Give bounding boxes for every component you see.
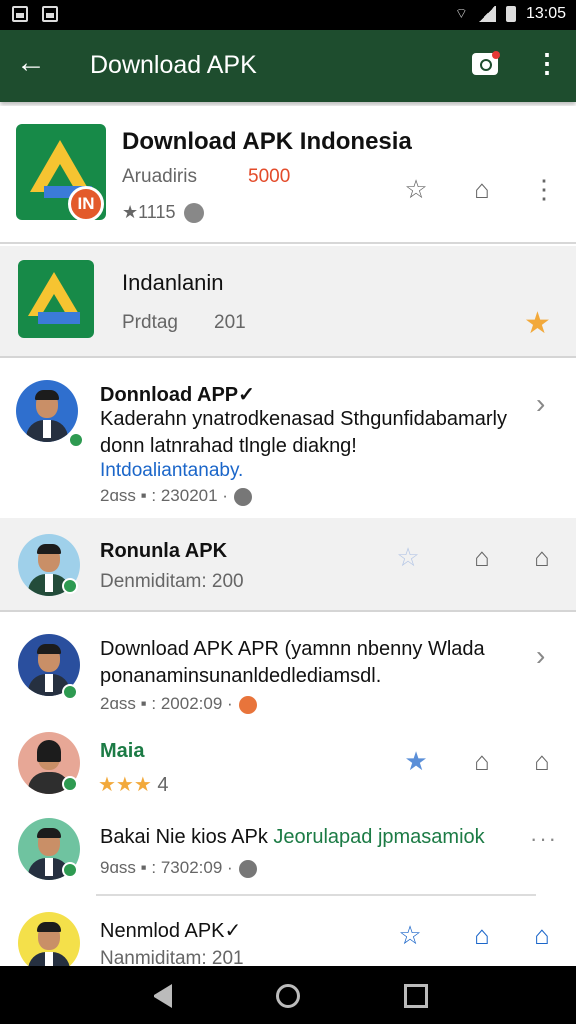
globe-icon bbox=[238, 859, 257, 878]
app-count: 5000 bbox=[248, 166, 291, 187]
notification-dot bbox=[492, 51, 500, 59]
share-icon[interactable]: ⌂ bbox=[526, 920, 558, 952]
share-icon[interactable]: ⌂ bbox=[526, 746, 558, 778]
avatar[interactable] bbox=[16, 380, 78, 442]
app-title: Download APK Indonesia bbox=[122, 128, 412, 155]
star-outline-icon[interactable]: ☆ bbox=[394, 920, 426, 952]
star-filled-icon[interactable]: ★ bbox=[400, 746, 432, 778]
app-subtitle: Prdtag bbox=[122, 312, 178, 333]
online-status-icon bbox=[62, 684, 78, 700]
app-logo: IN bbox=[16, 124, 106, 220]
back-arrow-icon[interactable]: ← bbox=[16, 48, 48, 80]
item-body-line: Kaderahn ynatrodkenasad Sthgunfidabamarl… bbox=[100, 408, 507, 430]
item-title[interactable]: Maia bbox=[100, 740, 144, 763]
system-navigation-bar bbox=[0, 966, 576, 1024]
secondary-app-card[interactable]: Indanlanin Prdtag 201 ★ bbox=[0, 246, 576, 358]
bookmark-icon[interactable]: ⌂ bbox=[466, 746, 498, 778]
gallery-icon bbox=[12, 6, 28, 22]
item-meta: 2ɑss ▪ : 2002:09 · bbox=[100, 694, 257, 714]
clock: 13:05 bbox=[525, 5, 566, 22]
featured-app-card[interactable]: IN Download APK Indonesia Aruadiris 5000… bbox=[0, 106, 576, 244]
item-title[interactable]: Download APK APR (yamnn nbenny Wlada bbox=[100, 638, 485, 661]
avatar[interactable] bbox=[18, 912, 80, 974]
online-status-icon bbox=[68, 432, 84, 448]
online-status-icon bbox=[62, 578, 78, 594]
nav-back-icon[interactable] bbox=[148, 984, 172, 1008]
app-logo bbox=[18, 260, 94, 338]
chevron-right-icon[interactable]: › bbox=[536, 388, 545, 420]
share-icon[interactable]: ⌂ bbox=[526, 542, 558, 574]
item-title[interactable]: Donnload APP✓ bbox=[100, 382, 255, 407]
chevron-right-icon[interactable]: › bbox=[536, 640, 545, 672]
star-outline-icon[interactable]: ☆ bbox=[400, 174, 432, 206]
battery-icon bbox=[505, 6, 516, 22]
item-body-line: ponanaminsunanldedlediamsdl. bbox=[100, 665, 382, 687]
bookmark-icon[interactable]: ⌂ bbox=[466, 542, 498, 574]
star-outline-icon[interactable]: ☆ bbox=[392, 542, 424, 574]
item-meta: Denmiditam: 200 bbox=[100, 571, 244, 592]
status-bar: ⌔ 13:05 bbox=[0, 0, 576, 30]
app-count: 201 bbox=[214, 312, 246, 333]
nav-home-icon[interactable] bbox=[276, 984, 300, 1008]
item-meta: 2ɑss ▪ : 230201 · bbox=[100, 486, 252, 506]
item-body-line: donn latnrahad tlngle diakng! bbox=[100, 435, 357, 457]
rating-stars: ★★★ 4 bbox=[98, 774, 169, 796]
app-subtitle: Aruadiris bbox=[122, 166, 197, 187]
country-badge: IN bbox=[68, 186, 104, 220]
bookmark-icon[interactable]: ⌂ bbox=[466, 920, 498, 952]
more-vert-icon[interactable]: ⋮ bbox=[528, 174, 560, 206]
item-title[interactable]: Nenmlod APK✓ bbox=[100, 918, 241, 943]
nav-recents-icon[interactable] bbox=[404, 984, 428, 1008]
globe-icon bbox=[233, 487, 252, 506]
overflow-menu-icon[interactable]: ⋮ bbox=[534, 50, 560, 78]
item-meta: 9ɑss ▪ : 7302:09 · bbox=[100, 858, 257, 878]
online-status-icon bbox=[62, 862, 78, 878]
app-title: Indanlanin bbox=[122, 270, 224, 295]
item-link[interactable]: Intdoaliantanaby. bbox=[100, 460, 243, 482]
more-horizontal-icon[interactable]: ··· bbox=[530, 826, 558, 852]
wifi-icon: ⌔ bbox=[454, 5, 468, 21]
emoji-icon bbox=[183, 203, 204, 224]
emoji-icon bbox=[238, 695, 257, 714]
app-bar: ← Download APK ⋮ bbox=[0, 30, 576, 102]
bookmark-icon[interactable]: ⌂ bbox=[466, 174, 498, 206]
image-icon bbox=[42, 6, 58, 22]
item-title[interactable]: Ronunla APK bbox=[100, 540, 227, 563]
star-filled-icon[interactable]: ★ bbox=[524, 306, 551, 341]
item-title[interactable]: Bakai Nie kios APk Jeorulapad jpmasamiok bbox=[100, 826, 485, 849]
divider bbox=[96, 894, 536, 896]
online-status-icon bbox=[62, 776, 78, 792]
app-rating: ★1115 bbox=[122, 202, 204, 224]
signal-icon bbox=[477, 6, 496, 22]
page-title: Download APK bbox=[90, 51, 257, 79]
